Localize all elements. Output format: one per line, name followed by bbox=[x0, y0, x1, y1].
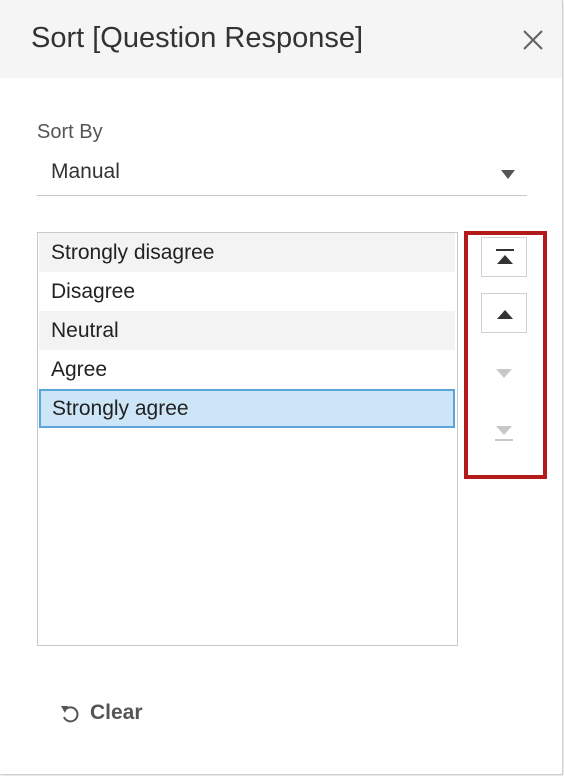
list-item[interactable]: Strongly disagree bbox=[39, 233, 455, 272]
undo-icon bbox=[61, 706, 79, 723]
move-to-bottom-button[interactable] bbox=[481, 412, 527, 452]
sort-dialog: Sort [Question Response] Sort By Manual … bbox=[0, 0, 563, 775]
caret-down-icon bbox=[501, 170, 515, 179]
clear-label: Clear bbox=[90, 701, 143, 724]
dialog-title: Sort [Question Response] bbox=[31, 22, 364, 54]
move-down-icon bbox=[496, 369, 512, 378]
move-to-bottom-icon bbox=[495, 426, 513, 441]
close-button[interactable] bbox=[518, 25, 548, 55]
list-item-selected[interactable]: Strongly agree bbox=[39, 389, 455, 428]
sort-by-dropdown[interactable]: Manual bbox=[37, 152, 527, 196]
list-item[interactable]: Agree bbox=[39, 350, 455, 389]
sort-by-value: Manual bbox=[51, 160, 120, 183]
sort-order-list[interactable]: Strongly disagree Disagree Neutral Agree… bbox=[37, 232, 458, 646]
close-icon bbox=[523, 30, 543, 50]
dialog-header: Sort [Question Response] bbox=[0, 0, 562, 78]
move-up-button[interactable] bbox=[481, 293, 527, 333]
move-to-top-icon bbox=[496, 249, 514, 264]
move-down-button[interactable] bbox=[481, 354, 527, 394]
list-item[interactable]: Disagree bbox=[39, 272, 455, 311]
sort-by-label: Sort By bbox=[37, 121, 103, 143]
move-to-top-button[interactable] bbox=[481, 237, 527, 277]
move-up-icon bbox=[497, 310, 513, 319]
list-item[interactable]: Neutral bbox=[39, 311, 455, 350]
